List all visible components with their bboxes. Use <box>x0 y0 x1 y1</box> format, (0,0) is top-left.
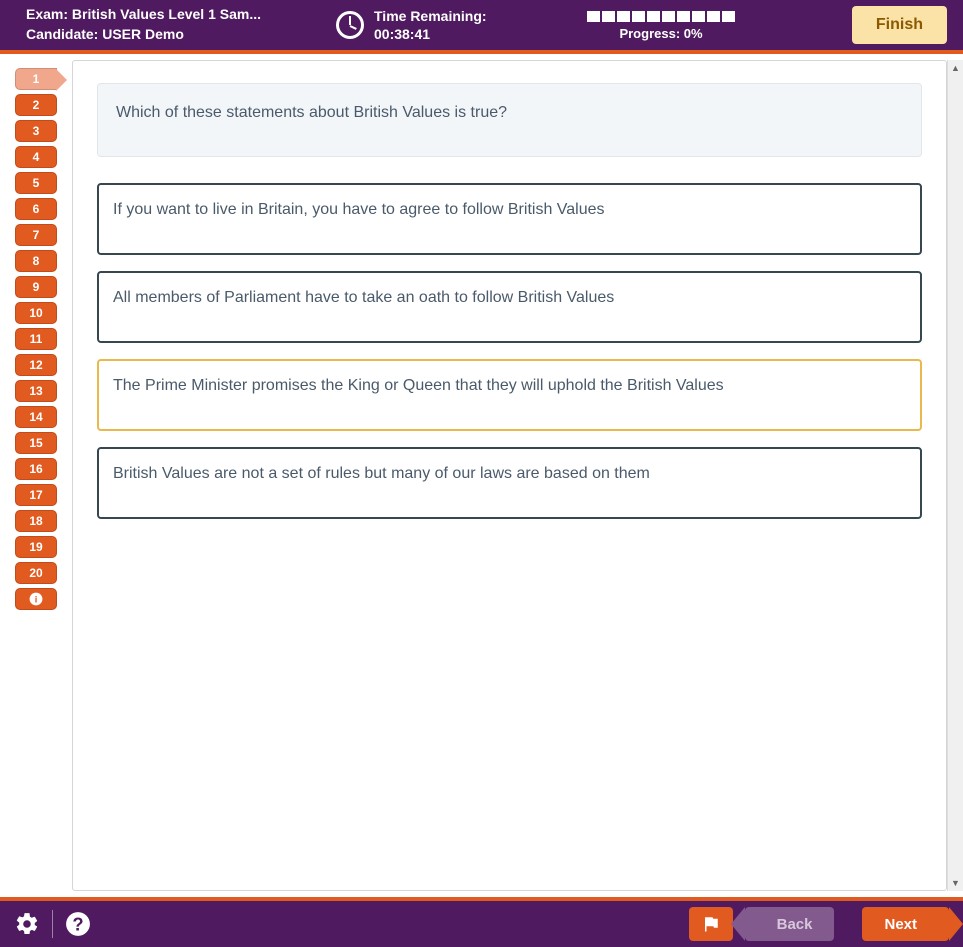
question-nav-13[interactable]: 13 <box>15 380 57 402</box>
time-remaining-value: 00:38:41 <box>374 25 487 43</box>
progress-segment <box>721 10 736 23</box>
clock-icon <box>336 11 364 39</box>
question-nav-4[interactable]: 4 <box>15 146 57 168</box>
progress-segment <box>661 10 676 23</box>
progress-label: Progress: 0% <box>576 26 746 41</box>
progress-segment <box>706 10 721 23</box>
progress-segment <box>676 10 691 23</box>
next-button-label: Next <box>884 916 917 933</box>
scroll-up-arrow[interactable]: ▲ <box>948 60 963 76</box>
question-text: Which of these statements about British … <box>97 83 922 157</box>
answer-option-2[interactable]: All members of Parliament have to take a… <box>97 271 922 343</box>
top-header: Exam: British Values Level 1 Sam... Cand… <box>0 0 963 54</box>
progress-segment <box>616 10 631 23</box>
question-nav-sidebar: 1234567891011121314151617181920i <box>0 54 72 897</box>
progress-segment <box>631 10 646 23</box>
back-button: Back <box>745 907 835 941</box>
question-nav-20[interactable]: 20 <box>15 562 57 584</box>
answer-option-4[interactable]: British Values are not a set of rules bu… <box>97 447 922 519</box>
progress-bar <box>586 10 736 23</box>
progress-segment <box>601 10 616 23</box>
question-nav-6[interactable]: 6 <box>15 198 57 220</box>
progress-segment <box>646 10 661 23</box>
time-remaining-block: Time Remaining: 00:38:41 <box>336 7 576 43</box>
exam-title: Exam: British Values Level 1 Sam... <box>26 5 336 25</box>
info-button[interactable]: i <box>15 588 57 610</box>
question-nav-12[interactable]: 12 <box>15 354 57 376</box>
svg-text:i: i <box>35 595 38 605</box>
question-nav-2[interactable]: 2 <box>15 94 57 116</box>
help-button[interactable]: ? <box>65 911 91 937</box>
time-remaining-label: Time Remaining: <box>374 7 487 25</box>
question-nav-7[interactable]: 7 <box>15 224 57 246</box>
question-nav-3[interactable]: 3 <box>15 120 57 142</box>
question-nav-17[interactable]: 17 <box>15 484 57 506</box>
question-nav-10[interactable]: 10 <box>15 302 57 324</box>
question-nav-16[interactable]: 16 <box>15 458 57 480</box>
next-button[interactable]: Next <box>862 907 949 941</box>
question-nav-18[interactable]: 18 <box>15 510 57 532</box>
footer-divider <box>52 910 53 938</box>
question-nav-15[interactable]: 15 <box>15 432 57 454</box>
question-nav-19[interactable]: 19 <box>15 536 57 558</box>
answer-option-1[interactable]: If you want to live in Britain, you have… <box>97 183 922 255</box>
main-area: 1234567891011121314151617181920i Which o… <box>0 54 963 897</box>
question-nav-1[interactable]: 1 <box>15 68 57 90</box>
answer-option-3[interactable]: The Prime Minister promises the King or … <box>97 359 922 431</box>
question-nav-5[interactable]: 5 <box>15 172 57 194</box>
progress-segment <box>586 10 601 23</box>
scrollbar[interactable]: ▲ ▼ <box>947 60 963 891</box>
progress-segment <box>691 10 706 23</box>
question-nav-11[interactable]: 11 <box>15 328 57 350</box>
back-button-label: Back <box>777 916 813 933</box>
candidate-name: Candidate: USER Demo <box>26 25 336 45</box>
progress-block: Progress: 0% <box>576 10 746 41</box>
exam-info: Exam: British Values Level 1 Sam... Cand… <box>26 5 336 44</box>
scroll-down-arrow[interactable]: ▼ <box>948 875 963 891</box>
settings-button[interactable] <box>14 911 40 937</box>
question-content: Which of these statements about British … <box>72 60 947 891</box>
bottom-footer: ? Back Next <box>0 897 963 947</box>
question-nav-8[interactable]: 8 <box>15 250 57 272</box>
question-nav-14[interactable]: 14 <box>15 406 57 428</box>
question-nav-9[interactable]: 9 <box>15 276 57 298</box>
flag-button[interactable] <box>689 907 733 941</box>
svg-text:?: ? <box>72 914 83 935</box>
finish-button[interactable]: Finish <box>852 6 947 44</box>
